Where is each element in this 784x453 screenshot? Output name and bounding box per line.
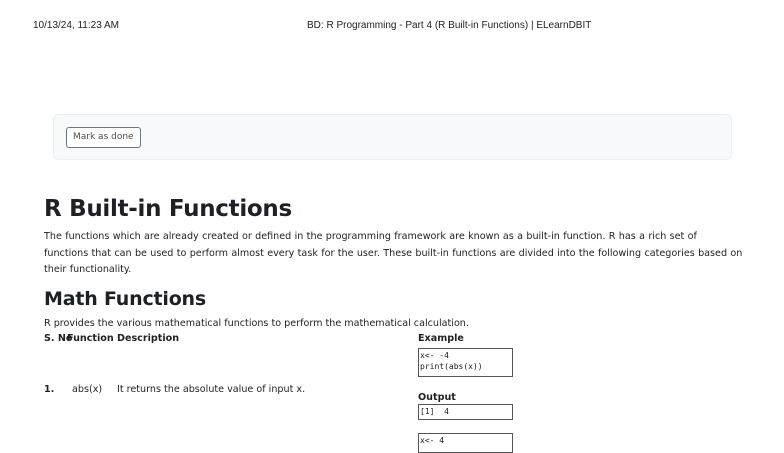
math-functions-description: R provides the various mathematical func… [44, 317, 469, 329]
print-datetime: 10/13/24, 11:23 AM [33, 20, 119, 31]
main-content: R Built-in Functions The functions which… [44, 195, 744, 331]
row-function: abs(x) [72, 384, 103, 395]
example-code-box: x<- -4 print(abs(x)) [418, 348, 513, 377]
header-function: Function [67, 333, 114, 344]
header-description: Description [117, 333, 180, 344]
print-page-title: BD: R Programming - Part 4 (R Built-in F… [307, 20, 592, 31]
activity-completion-bar: Mark as done [53, 114, 732, 160]
output-code-box: [1] 4 [418, 404, 513, 420]
row-sno: 1. [44, 384, 55, 395]
mark-as-done-button[interactable]: Mark as done [66, 127, 141, 148]
next-example-code-box: x<- 4 [418, 433, 513, 453]
row-description: It returns the absolute value of input x… [117, 384, 306, 395]
page-heading: R Built-in Functions [44, 196, 292, 222]
output-label: Output [418, 392, 456, 403]
example-label: Example [418, 333, 464, 344]
intro-paragraph: The functions which are already created … [44, 231, 743, 275]
print-header: 10/13/24, 11:23 AM BD: R Programming - P… [0, 20, 784, 34]
math-functions-heading: Math Functions [44, 287, 206, 310]
